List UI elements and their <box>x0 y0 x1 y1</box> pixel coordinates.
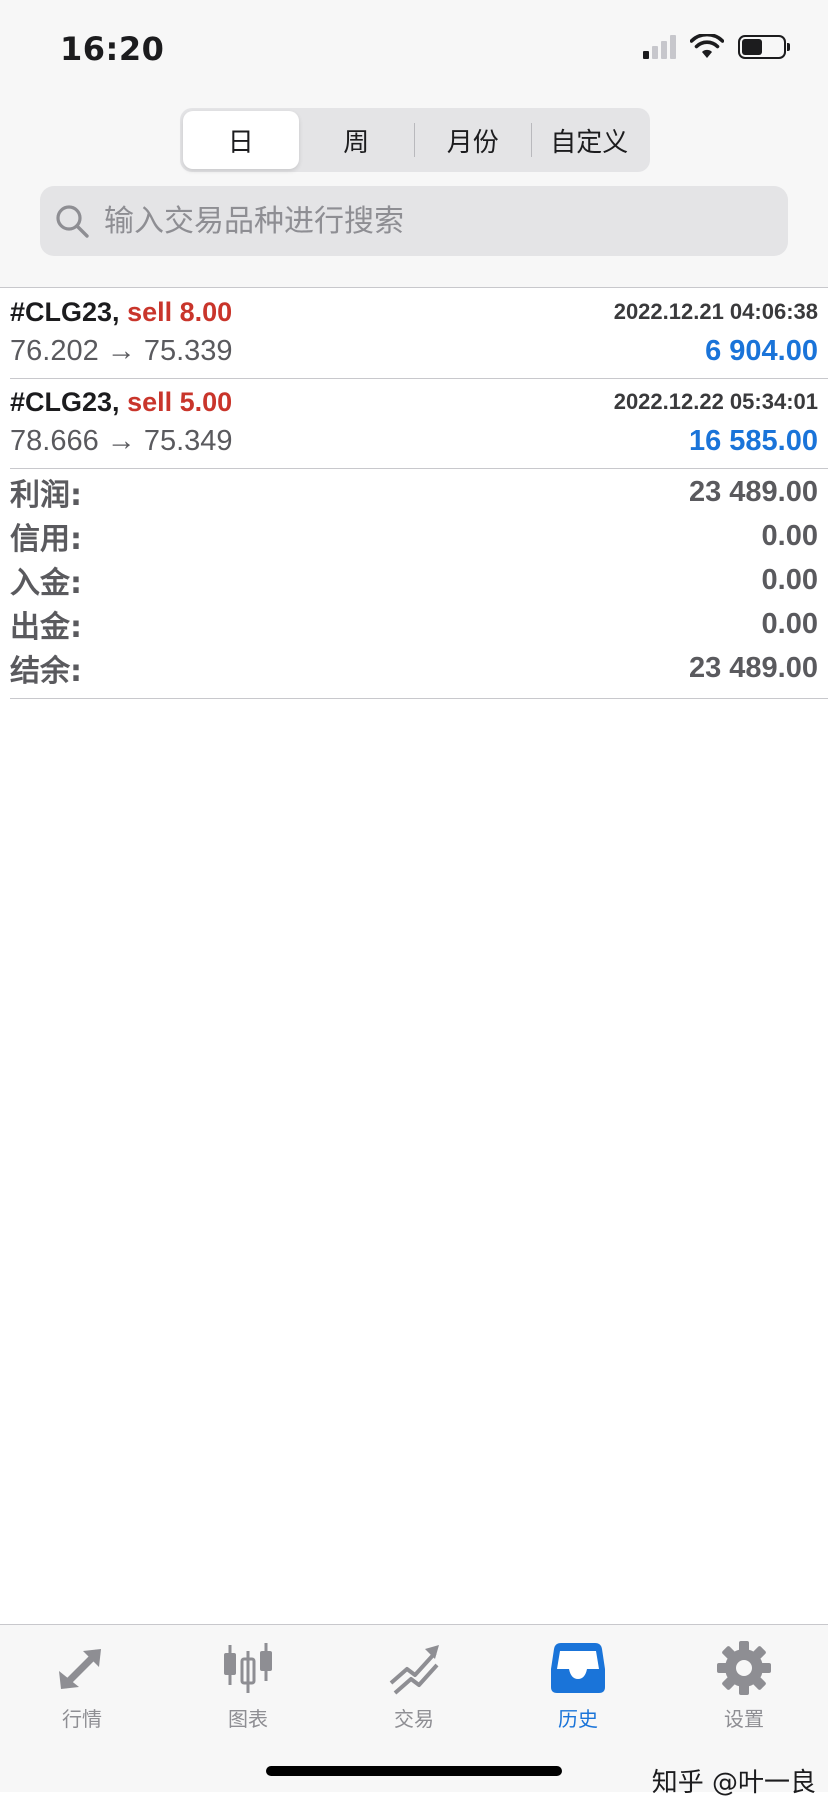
tab-label: 图表 <box>228 1707 268 1731</box>
quotes-arrows-icon <box>59 1649 101 1689</box>
summary-value: 0.00 <box>761 563 818 596</box>
wifi-icon <box>690 34 724 58</box>
tab-label: 设置 <box>724 1707 764 1731</box>
status-icons <box>643 34 790 60</box>
summary-value: 23 489.00 <box>688 651 818 684</box>
summary-label: 利润: <box>10 478 82 513</box>
tab-trade[interactable]: 交易 <box>354 1639 474 1732</box>
tab-quotes[interactable]: 行情 <box>22 1639 142 1732</box>
summary-label: 结余: <box>10 654 82 689</box>
search-icon <box>56 205 89 238</box>
segment-custom[interactable]: 自定义 <box>532 111 648 169</box>
trade-list: #CLG23, sell 8.00 2022.12.21 04:06:38 76… <box>0 289 828 469</box>
watermark: 知乎 @叶一良 <box>651 1768 816 1798</box>
trade-time: 2022.12.21 04:06:38 <box>613 299 818 324</box>
segment-month[interactable]: 月份 <box>415 111 531 169</box>
trade-prices: 78.666 → 75.349 <box>10 425 233 457</box>
history-inbox-icon <box>551 1643 605 1693</box>
battery-icon <box>738 35 790 59</box>
tab-charts[interactable]: 图表 <box>188 1639 308 1732</box>
tab-label: 历史 <box>558 1707 598 1731</box>
summary-row-profit: 利润: 23 489.00 <box>10 470 828 514</box>
trade-symbol-line: #CLG23, sell 5.00 <box>10 387 232 418</box>
cellular-signal-icon <box>643 35 676 59</box>
summary-value: 23 489.00 <box>688 475 818 508</box>
tab-label: 行情 <box>62 1707 102 1731</box>
trade-row[interactable]: #CLG23, sell 5.00 2022.12.22 05:34:01 78… <box>10 379 828 469</box>
tab-history[interactable]: 历史 <box>518 1639 638 1732</box>
summary-row-balance: 结余: 23 489.00 <box>10 646 828 690</box>
period-segmented-control: 日 周 月份 自定义 <box>180 108 650 172</box>
summary-label: 入金: <box>10 566 82 601</box>
trade-side: sell 5.00 <box>127 387 233 417</box>
tab-settings[interactable]: 设置 <box>684 1639 804 1732</box>
summary-value: 0.00 <box>761 607 818 640</box>
header-area: 16:20 日 周 月份 自定义 <box>0 0 828 288</box>
trade-prices: 76.202 → 75.339 <box>10 335 233 367</box>
trade-symbol-line: #CLG23, sell 8.00 <box>10 297 232 328</box>
segment-week[interactable]: 周 <box>299 111 415 169</box>
account-summary: 利润: 23 489.00 信用: 0.00 入金: 0.00 出金: 0.00… <box>10 470 828 699</box>
summary-value: 0.00 <box>761 519 818 552</box>
summary-row-deposit: 入金: 0.00 <box>10 558 828 602</box>
summary-row-credit: 信用: 0.00 <box>10 514 828 558</box>
trade-side: sell 8.00 <box>127 297 233 327</box>
summary-row-withdrawal: 出金: 0.00 <box>10 602 828 646</box>
search-bar[interactable] <box>40 186 788 256</box>
trade-time: 2022.12.22 05:34:01 <box>613 389 818 414</box>
trade-row[interactable]: #CLG23, sell 8.00 2022.12.21 04:06:38 76… <box>10 289 828 379</box>
trade-trend-icon <box>389 1645 439 1695</box>
trade-symbol: #CLG23, <box>10 387 120 417</box>
gear-icon <box>717 1641 771 1695</box>
summary-label: 信用: <box>10 522 82 557</box>
trade-profit: 6 904.00 <box>705 335 818 367</box>
trade-symbol: #CLG23, <box>10 297 120 327</box>
candlestick-chart-icon <box>224 1643 272 1693</box>
home-indicator <box>266 1766 562 1776</box>
search-input[interactable] <box>104 203 744 239</box>
summary-label: 出金: <box>10 610 82 645</box>
tab-label: 交易 <box>394 1707 434 1731</box>
status-time: 16:20 <box>60 30 165 68</box>
segment-day[interactable]: 日 <box>183 111 299 169</box>
trade-profit: 16 585.00 <box>688 425 818 457</box>
